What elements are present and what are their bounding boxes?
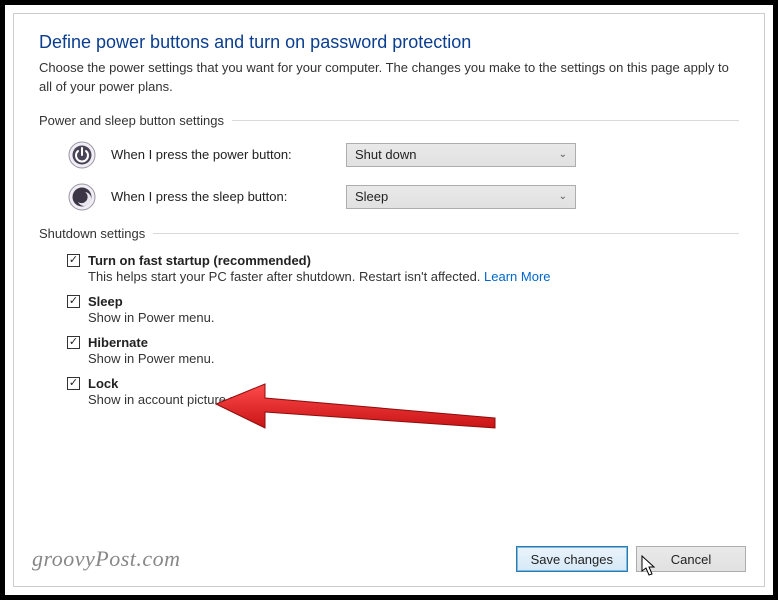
shutdown-settings-list: ✓ Turn on fast startup (recommended) Thi… (67, 253, 739, 407)
hibernate-desc: Show in Power menu. (88, 351, 739, 366)
section-shutdown-label: Shutdown settings (39, 226, 145, 241)
lock-title: Lock (88, 376, 118, 391)
hibernate-checkbox[interactable]: ✓ (67, 336, 80, 349)
chevron-down-icon: ⌄ (559, 149, 567, 160)
save-changes-button[interactable]: Save changes (516, 546, 628, 572)
sleep-title: Sleep (88, 294, 123, 309)
sleep-icon (67, 182, 97, 212)
watermark: groovyPost.com (32, 546, 181, 572)
sleep-button-value: Sleep (355, 189, 388, 204)
lock-desc: Show in account picture menu. (88, 392, 739, 407)
sleep-item: ✓ Sleep Show in Power menu. (67, 294, 739, 325)
cancel-button[interactable]: Cancel (636, 546, 746, 572)
section-shutdown: Shutdown settings (39, 226, 739, 241)
power-settings-panel: Define power buttons and turn on passwor… (13, 13, 765, 587)
power-button-label: When I press the power button: (111, 147, 346, 162)
fast-startup-item: ✓ Turn on fast startup (recommended) Thi… (67, 253, 739, 284)
section-power-sleep: Power and sleep button settings (39, 113, 739, 128)
hibernate-item: ✓ Hibernate Show in Power menu. (67, 335, 739, 366)
page-intro: Choose the power settings that you want … (39, 59, 739, 97)
sleep-button-label: When I press the sleep button: (111, 189, 346, 204)
power-button-dropdown[interactable]: Shut down ⌄ (346, 143, 576, 167)
section-divider (232, 120, 739, 121)
section-power-sleep-label: Power and sleep button settings (39, 113, 224, 128)
power-icon (67, 140, 97, 170)
section-divider (153, 233, 739, 234)
learn-more-link[interactable]: Learn More (484, 269, 550, 284)
fast-startup-checkbox[interactable]: ✓ (67, 254, 80, 267)
page-title: Define power buttons and turn on passwor… (39, 32, 739, 53)
sleep-button-row: When I press the sleep button: Sleep ⌄ (67, 182, 739, 212)
hibernate-title: Hibernate (88, 335, 148, 350)
lock-checkbox[interactable]: ✓ (67, 377, 80, 390)
sleep-button-dropdown[interactable]: Sleep ⌄ (346, 185, 576, 209)
fast-startup-desc: This helps start your PC faster after sh… (88, 269, 739, 284)
fast-startup-title: Turn on fast startup (recommended) (88, 253, 311, 268)
lock-item: ✓ Lock Show in account picture menu. (67, 376, 739, 407)
power-button-row: When I press the power button: Shut down… (67, 140, 739, 170)
power-button-value: Shut down (355, 147, 416, 162)
sleep-checkbox[interactable]: ✓ (67, 295, 80, 308)
sleep-desc: Show in Power menu. (88, 310, 739, 325)
chevron-down-icon: ⌄ (559, 191, 567, 202)
dialog-actions: Save changes Cancel (516, 546, 746, 572)
